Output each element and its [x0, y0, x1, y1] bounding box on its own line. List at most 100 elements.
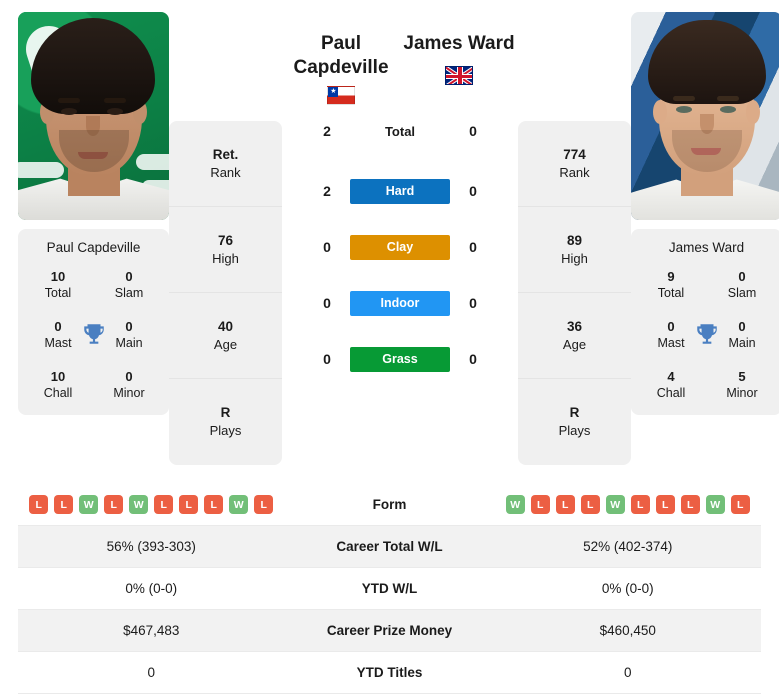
photo-eye	[676, 106, 692, 113]
left-career-prize-money: $467,483	[123, 623, 180, 638]
form-badge-w[interactable]: W	[79, 495, 99, 514]
form-badge-w[interactable]: W	[705, 495, 725, 514]
form-badge-l[interactable]: L	[530, 495, 550, 514]
titles-row: 4 Chall 5 Minor	[637, 369, 776, 403]
h2h-total-row: 2 Total 0	[282, 111, 518, 151]
photo-mouth	[691, 148, 721, 155]
left-rank-card: Ret. Rank 76 High 40 Age R Plays	[169, 121, 282, 465]
left-player-name-caption: Paul Capdeville	[46, 240, 141, 255]
right-player-name-block: James Ward	[400, 12, 518, 105]
right-ytd-titles: 0	[623, 665, 632, 680]
stat-total: 9 Total	[657, 269, 685, 300]
h2h-total-right-score: 0	[469, 123, 477, 139]
left-ytd-wl: 0% (0-0)	[125, 581, 178, 596]
left-player-column: Paul Capdeville 10 Total 0 Slam 0 Mast 0…	[18, 12, 169, 415]
row-label-form: Form	[372, 497, 407, 512]
form-badge-w[interactable]: W	[505, 495, 525, 514]
head-to-head-column: Paul Capdeville ★ James Ward 2 Total 0 2…	[282, 12, 518, 395]
row-label-career-total-wl: Career Total W/L	[336, 539, 443, 554]
right-player-column: James Ward 9 Total 0 Slam 0 Mast 0 Main …	[631, 12, 779, 415]
row-label-ytd-titles: YTD Titles	[356, 665, 423, 680]
right-rank-column: 774 Rank 89 High 36 Age R Plays	[518, 121, 631, 465]
form-badge-l[interactable]: L	[54, 495, 74, 514]
surface-pill-clay[interactable]: Clay	[350, 234, 450, 260]
table-row-ytd-titles: 0 YTD Titles 0	[18, 652, 761, 694]
right-rank-item: 774 Rank	[518, 121, 631, 207]
titles-row: 10 Total 0 Slam	[24, 269, 163, 319]
photo-ear	[653, 100, 667, 124]
left-form-badges: LLWLWLLLWL	[18, 495, 285, 514]
titles-row: 10 Chall 0 Minor	[24, 369, 163, 403]
table-row-career-prize-money: $467,483 Career Prize Money $460,450	[18, 610, 761, 652]
h2h-clay-row: 0 Clay 0	[282, 227, 518, 267]
surface-pill-indoor[interactable]: Indoor	[350, 290, 450, 316]
stat-chall: 10 Chall	[43, 369, 73, 400]
h2h-indoor-row: 0 Indoor 0	[282, 283, 518, 323]
row-label-ytd-wl: YTD W/L	[361, 581, 418, 596]
form-badge-w[interactable]: W	[605, 495, 625, 514]
left-player-photo	[18, 12, 169, 220]
right-player-name[interactable]: James Ward	[400, 12, 518, 56]
h2h-hard-left-score: 2	[323, 183, 331, 199]
comparison-table: LLWLWLLLWL Form WLLLWLLLWL 56% (393-303)…	[18, 484, 761, 699]
table-row-ytd-wl: 0% (0-0) YTD W/L 0% (0-0)	[18, 568, 761, 610]
left-player-name[interactable]: Paul Capdeville	[282, 12, 400, 80]
form-badge-l[interactable]: L	[254, 495, 274, 514]
h2h-grass-right-score: 0	[469, 351, 477, 367]
form-badge-w[interactable]: W	[129, 495, 149, 514]
photo-brow	[673, 96, 695, 101]
chile-flag-icon: ★	[327, 86, 355, 105]
h2h-grass-row: 0 Grass 0	[282, 339, 518, 379]
form-badge-l[interactable]: L	[630, 495, 650, 514]
stat-chall: 4 Chall	[656, 369, 686, 400]
stat-minor: 5 Minor	[726, 369, 758, 400]
trophy-icon	[694, 321, 720, 352]
flag-star: ★	[330, 88, 337, 96]
form-badge-l[interactable]: L	[680, 495, 700, 514]
united-kingdom-flag-icon	[445, 66, 473, 85]
stat-slam: 0 Slam	[114, 269, 144, 300]
h2h-indoor-right-score: 0	[469, 295, 477, 311]
form-badge-l[interactable]: L	[179, 495, 199, 514]
right-form-badges: WLLLWLLLWL	[495, 495, 762, 514]
right-flag-wrap	[400, 56, 518, 85]
player-names-row: Paul Capdeville ★ James Ward	[282, 12, 518, 105]
photo-brow	[717, 96, 739, 101]
left-ytd-titles: 0	[147, 665, 155, 680]
form-badge-l[interactable]: L	[730, 495, 750, 514]
form-badge-l[interactable]: L	[204, 495, 224, 514]
h2h-total-label: Total	[384, 123, 416, 139]
form-badge-l[interactable]: L	[154, 495, 174, 514]
left-high-item: 76 High	[169, 207, 282, 293]
row-label-career-prize-money: Career Prize Money	[326, 623, 453, 638]
h2h-total-left-score: 2	[323, 123, 331, 139]
right-career-prize-money: $460,450	[599, 623, 656, 638]
right-player-name-caption: James Ward	[668, 240, 745, 255]
surface-pill-grass[interactable]: Grass	[350, 346, 450, 372]
right-titles-grid: 9 Total 0 Slam 0 Mast 0 Main 4 Chall 5 M…	[637, 269, 776, 403]
h2h-hard-row: 2 Hard 0	[282, 171, 518, 211]
form-badge-l[interactable]: L	[29, 495, 49, 514]
left-plays-item: R Plays	[209, 405, 242, 438]
right-career-total-wl: 52% (402-374)	[583, 539, 673, 554]
left-player-photo-card[interactable]	[18, 12, 169, 220]
left-rank-column: Ret. Rank 76 High 40 Age R Plays	[169, 121, 282, 465]
left-rank-item: Ret. Rank	[169, 121, 282, 207]
photo-brow	[104, 98, 126, 103]
form-badge-w[interactable]: W	[229, 495, 249, 514]
h2h-clay-right-score: 0	[469, 239, 477, 255]
form-badge-l[interactable]: L	[655, 495, 675, 514]
stat-slam: 0 Slam	[727, 269, 757, 300]
surface-pill-hard[interactable]: Hard	[350, 178, 450, 204]
form-badge-l[interactable]: L	[104, 495, 124, 514]
form-badge-l[interactable]: L	[555, 495, 575, 514]
right-ytd-wl: 0% (0-0)	[601, 581, 654, 596]
photo-eye	[61, 108, 77, 115]
table-row-form: LLWLWLLLWL Form WLLLWLLLWL	[18, 484, 761, 526]
right-player-photo-card[interactable]	[631, 12, 779, 220]
backdrop-logo-icon	[136, 154, 169, 170]
stat-mast: 0 Mast	[657, 319, 685, 350]
stat-main: 0 Main	[115, 319, 143, 350]
right-rank-card: 774 Rank 89 High 36 Age R Plays	[518, 121, 631, 465]
form-badge-l[interactable]: L	[580, 495, 600, 514]
